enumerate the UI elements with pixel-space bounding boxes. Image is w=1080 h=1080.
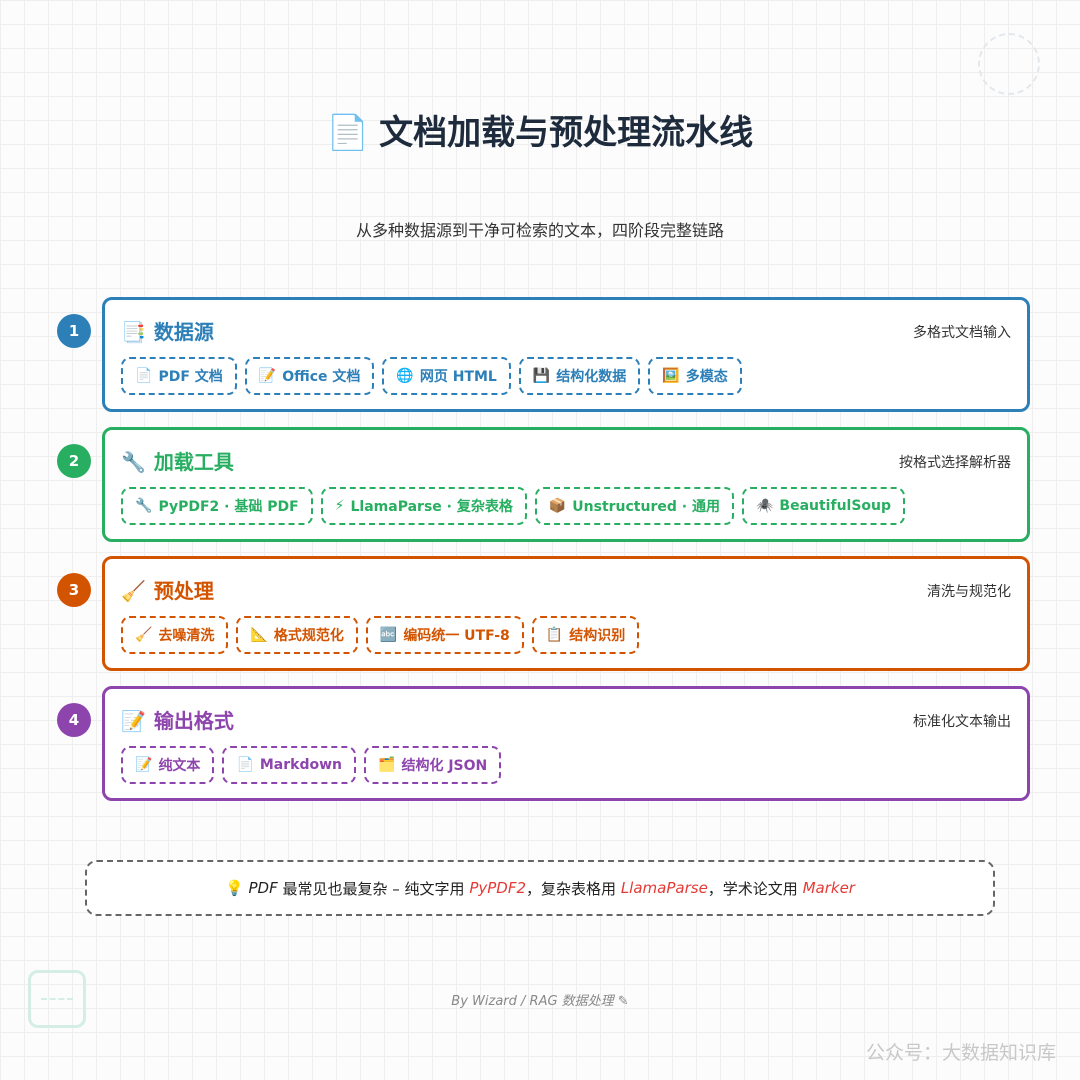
tip-pdf: PDF [248,879,278,897]
tag-pypdf2: 🔧 PyPDF2 · 基础 PDF [121,487,313,525]
watermark: 公众号：大数据知识库 [865,1042,1056,1064]
triangle-ruler-icon: 📐 [250,627,268,643]
stage-heading: 📑 数据源 [121,316,214,345]
step-number-3: 3 [57,573,91,607]
broom-icon: 🧹 [135,627,153,643]
lightning-icon: ⚡ [334,498,345,514]
stage-preprocessing: 🧹 预处理 清洗与规范化 🧹 去噪清洗 📐 格式规范化 🔤 编码统一 UTF-8 📋 结构… [102,556,1030,671]
document-icon: 📄 [236,757,254,773]
page-title-text: 文档加载与预处理流水线 [379,113,754,153]
lightbulb-icon: 💡 [225,879,244,897]
tag-label: PDF 文档 [158,369,223,385]
step-number-4: 4 [57,703,91,737]
stage-note: 清洗与规范化 [927,584,1011,600]
memo-icon: 📝 [121,709,146,733]
card-box-icon: 🗂️ [378,757,396,773]
tag-label: Markdown [259,757,343,773]
tip-text-2: ，复杂表格用 [526,879,617,898]
stage-loading-tools: 🔧 加载工具 按格式选择解析器 🔧 PyPDF2 · 基础 PDF ⚡ LlamaPa… [102,427,1030,542]
abc-icon: 🔤 [379,627,398,643]
wrench-icon: 🔧 [121,450,146,474]
tag-label: BeautifulSoup [779,498,892,514]
stage-title: 数据源 [153,320,214,344]
tag-label: 多模态 [685,369,728,385]
tag-plain-text: 📝 纯文本 [121,746,215,784]
tag-markdown: 📄 Markdown [222,746,357,784]
stage-note: 标准化文本输出 [913,714,1011,730]
floppy-disk-icon: 💾 [532,368,551,384]
tag-label: 结构识别 [569,628,626,644]
tag-label: 格式规范化 [273,628,344,644]
tip-text-1: 最常见也最复杂 – 纯文字用 [282,879,465,898]
tag-label: 编码统一 UTF-8 [403,628,510,644]
tag-list: 📄 PDF 文档 📝 Office 文档 🌐 网页 HTML 💾 结构化数据 🖼️ 多模态 [121,357,742,395]
tag-structured-data: 💾 结构化数据 [518,357,641,395]
pdf-icon: 📄 [135,368,153,384]
page-subtitle: 从多种数据源到干净可检索的文本，四阶段完整链路 [355,221,724,240]
stage-title: 加载工具 [153,450,234,474]
tag-normalize: 📐 格式规范化 [236,616,358,654]
tag-label: Office 文档 [282,369,361,385]
broom-icon: 🧹 [121,579,146,603]
byline: By Wizard / RAG 数据处理 ✎ [451,994,629,1009]
decorative-dashed-circle [978,33,1040,95]
tag-encoding: 🔤 编码统一 UTF-8 [365,616,524,654]
wrench-icon: 🔧 [135,498,153,514]
tag-html: 🌐 网页 HTML [382,357,511,395]
tag-label: 网页 HTML [419,369,497,385]
stage-note: 按格式选择解析器 [899,455,1011,471]
spider-icon: 🕷️ [755,498,774,514]
stage-title: 预处理 [153,579,214,603]
document-icon: 📄 [326,113,370,153]
stage-output-format: 📝 输出格式 标准化文本输出 📝 纯文本 📄 Markdown 🗂️ 结构化 JSON [102,686,1030,801]
stage-heading: 🔧 加载工具 [121,446,234,475]
tip-tool-marker: Marker [802,879,855,897]
stage-heading: 📝 输出格式 [121,705,234,734]
tip-tool-pypdf2: PyPDF2 [469,879,527,897]
tag-list: 🔧 PyPDF2 · 基础 PDF ⚡ LlamaParse · 复杂表格 📦 Uns… [121,487,906,525]
tag-list: 🧹 去噪清洗 📐 格式规范化 🔤 编码统一 UTF-8 📋 结构识别 [121,616,640,654]
stage-note: 多格式文档输入 [913,325,1011,341]
tip-text-3: ，学术论文用 [707,879,798,898]
tip-tool-llamaparse: LlamaParse [620,879,708,897]
tag-unstructured: 📦 Unstructured · 通用 [534,487,734,525]
tag-label: PyPDF2 · 基础 PDF [158,499,299,515]
step-number-2: 2 [57,444,91,478]
tag-label: LlamaParse · 复杂表格 [350,499,513,515]
memo-icon: 📝 [258,368,277,384]
tag-beautifulsoup: 🕷️ BeautifulSoup [741,487,906,525]
tag-list: 📝 纯文本 📄 Markdown 🗂️ 结构化 JSON [121,746,502,784]
tag-pdf: 📄 PDF 文档 [121,357,237,395]
clipboard-icon: 📋 [545,627,564,643]
documents-icon: 📑 [121,320,146,344]
tip-box: 💡 PDF 最常见也最复杂 – 纯文字用 PyPDF2 ，复杂表格用 LlamaP… [85,860,995,916]
tag-structure: 📋 结构识别 [531,616,640,654]
tag-office: 📝 Office 文档 [244,357,375,395]
tag-label: Unstructured · 通用 [572,499,720,515]
tag-label: 结构化数据 [556,369,627,385]
tag-multimodal: 🖼️ 多模态 [648,357,742,395]
step-number-1: 1 [57,314,91,348]
tag-json: 🗂️ 结构化 JSON [364,746,502,784]
stage-title: 输出格式 [153,709,234,733]
stage-heading: 🧹 预处理 [121,575,214,604]
picture-icon: 🖼️ [662,368,680,384]
tag-denoise: 🧹 去噪清洗 [121,616,229,654]
tag-llamaparse: ⚡ LlamaParse · 复杂表格 [320,487,527,525]
package-icon: 📦 [548,498,567,514]
page-title: 📄 文档加载与预处理流水线 [0,105,1080,154]
globe-icon: 🌐 [396,368,414,384]
tag-label: 结构化 JSON [401,758,488,774]
stage-data-sources: 📑 数据源 多格式文档输入 📄 PDF 文档 📝 Office 文档 🌐 网页 HTML… [102,297,1030,412]
tag-label: 纯文本 [158,758,201,774]
tag-label: 去噪清洗 [158,628,215,644]
memo-icon: 📝 [135,757,153,773]
